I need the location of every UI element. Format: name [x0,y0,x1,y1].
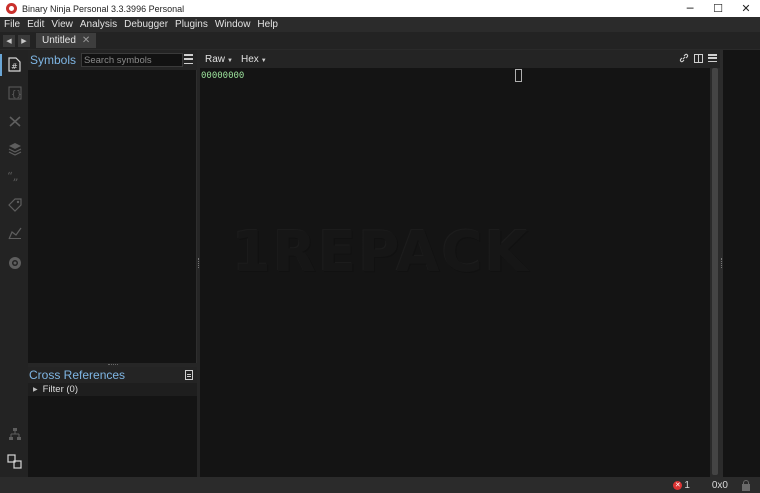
title-bar: Binary Ninja Personal 3.3.3996 Personal … [0,0,760,17]
error-icon[interactable]: ✕ [673,480,683,490]
view-toolbar-icons [679,53,717,63]
error-count[interactable]: 1 [684,480,690,491]
chevron-down-icon: ▼ [227,57,233,64]
tab-untitled[interactable]: Untitled ✕ [36,33,97,48]
chevron-down-icon: ▼ [260,57,267,64]
menu-debugger[interactable]: Debugger [120,19,171,30]
strings-icon[interactable]: “„ [7,169,22,184]
symbols-icon[interactable]: # [7,57,22,72]
left-sidebar: # {} “„ [0,50,28,477]
split-view-icon[interactable] [694,53,703,63]
cross-references-title: Cross References [29,368,126,382]
menu-plugins[interactable]: Plugins [171,19,211,30]
tab-bar: ◀ ▶ Untitled ✕ [0,32,760,49]
cross-references-panel: Cross References ▶ Filter (0) [28,367,197,477]
scrollbar-thumb[interactable] [712,68,718,475]
text-cursor [515,69,522,82]
stack-icon[interactable] [7,141,22,156]
menu-analysis[interactable]: Analysis [76,19,120,30]
vertical-scrollbar[interactable] [710,68,720,477]
binary-ninja-logo-icon [6,3,17,14]
active-indicator [0,54,2,76]
cross-references-header: Cross References [28,367,197,383]
target-icon[interactable] [7,255,22,270]
view-menu-icon[interactable] [708,54,717,62]
link-icon[interactable] [679,53,689,63]
menu-bar: File Edit View Analysis Debugger Plugins… [0,17,760,32]
menu-view[interactable]: View [47,19,76,30]
minimize-button[interactable]: ─ [676,0,704,17]
lock-icon[interactable] [742,479,750,491]
symbols-menu-icon[interactable] [184,54,193,64]
symbols-header: Symbols [28,50,197,70]
symbols-title: Symbols [30,53,77,67]
status-bar: ✕ 1 0x0 [0,477,760,493]
document-icon[interactable] [185,370,193,380]
raw-view-dropdown[interactable]: Raw ▼ [205,54,233,65]
menu-file[interactable]: File [0,19,23,30]
tags-icon[interactable] [7,197,22,212]
menu-help[interactable]: Help [253,19,281,30]
offset-readout[interactable]: 0x0 [712,480,728,491]
symbols-panel: Symbols [28,50,197,363]
tab-label: Untitled [42,35,76,46]
svg-text:“„: “„ [7,170,19,183]
mini-graph-icon[interactable] [7,225,22,240]
back-button[interactable]: ◀ [3,34,15,47]
hex-format-dropdown[interactable]: Hex ▼ [241,54,267,65]
view-toolbar: Raw ▼ Hex ▼ [200,50,720,68]
maximize-button[interactable]: ☐ [704,0,732,17]
cross-reference-icon[interactable] [7,454,22,469]
menu-window[interactable]: Window [211,19,254,30]
hex-view[interactable]: Raw ▼ Hex ▼ 00000000 1REPACK [200,50,720,477]
hex-address: 00000000 [201,71,245,81]
watermark: 1REPACK [232,220,531,285]
forward-button[interactable]: ▶ [18,34,30,47]
window-title: Binary Ninja Personal 3.3.3996 Personal [22,3,185,14]
filter-row[interactable]: ▶ Filter (0) [28,383,197,396]
close-button[interactable]: ✕ [732,0,760,17]
right-sidebar-panel [723,50,760,477]
variables-icon[interactable] [7,113,22,128]
types-icon[interactable]: {} [7,85,22,100]
filter-label: Filter (0) [42,384,78,395]
menu-edit[interactable]: Edit [23,19,47,30]
search-symbols-input[interactable] [81,53,184,67]
svg-text:{}: {} [11,90,22,100]
hierarchy-icon[interactable] [7,426,22,441]
svg-text:#: # [11,62,18,71]
tab-close-icon[interactable]: ✕ [82,35,90,46]
expand-triangle-icon[interactable]: ▶ [33,386,38,393]
